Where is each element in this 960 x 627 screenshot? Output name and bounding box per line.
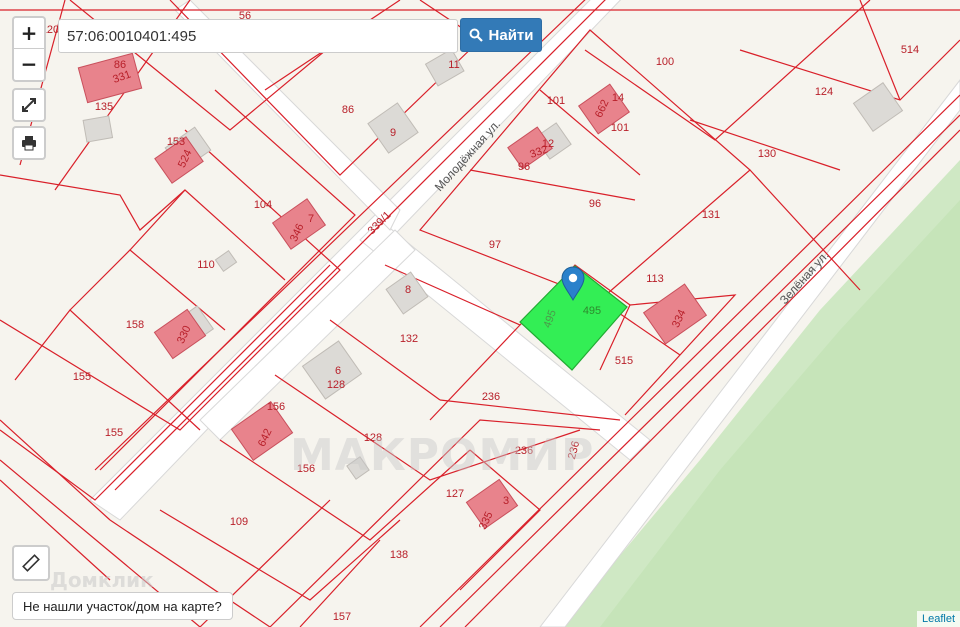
parcel-number-label: 131 [702,209,720,221]
parcel-number-label: 495 [583,305,601,317]
cadastral-search-input[interactable] [58,19,458,53]
parcel-number-label: 8 [405,284,411,296]
parcel-number-label: 127 [446,488,464,500]
parcel-number-label: 155 [105,427,123,439]
parcel-number-label: 96 [518,161,530,173]
parcel-number-label: 104 [254,199,272,211]
parcel-number-label: 11 [448,59,459,71]
parcel-number-label: 153 [167,136,185,148]
parcel-number-label: 515 [615,355,633,367]
parcel-number-label: 101 [611,122,629,134]
zoom-control: + − [12,16,46,82]
parcel-number-label: 113 [646,273,664,285]
parcel-number-label: 9 [390,127,396,139]
parcel-number-label: 236 [482,391,500,403]
zoom-out-button[interactable]: − [14,48,44,79]
parcel-number-label: 138 [390,549,408,561]
parcel-number-label: 100 [656,56,674,68]
leaflet-attribution[interactable]: Leaflet [916,611,960,627]
ruler-icon [22,554,40,572]
parcel-number-label: 158 [126,319,144,331]
watermark-domclick: Домклик [50,568,154,592]
search-button[interactable]: Найти [460,18,542,52]
printer-icon [22,136,36,151]
parcel-number-label: 109 [230,516,248,528]
parcel-number-label: 101 [547,95,565,107]
parcel-number-label: 130 [758,148,776,160]
parcel-number-label: 14 [612,92,624,104]
parcel-number-label: 135 [95,101,113,113]
parcel-number-label: 155 [73,371,91,383]
parcel-number-label: 96 [589,198,601,210]
parcel-number-label: 6 [335,365,341,377]
zoom-in-button[interactable]: + [14,18,44,48]
parcel-number-label: 110 [197,259,215,271]
cadastral-map[interactable]: 1208656135118691011001245141531410112961… [0,0,960,627]
measure-button[interactable] [12,545,50,581]
forest-edge [600,200,960,627]
parcel-number-label: 86 [342,104,354,116]
parcel-number-label: 156 [267,401,285,413]
search-button-label: Найти [488,26,534,44]
search-icon [469,28,483,42]
parcel-number-label: 7 [308,213,314,225]
parcel-number-label: 132 [400,333,418,345]
parcel-number-label: 514 [901,44,919,56]
parcel-number-label: 124 [815,86,833,98]
fullscreen-button[interactable] [12,88,46,122]
parcel-number-label: 97 [489,239,501,251]
fullscreen-icon [22,98,36,112]
not-found-link[interactable]: Не нашли участок/дом на карте? [12,592,233,620]
parcel-number-label: 3 [503,495,509,507]
parcel-number-label: 157 [333,611,351,623]
print-button[interactable] [12,126,46,160]
parcel-number-label: 128 [327,379,345,391]
watermark-makromir: МАКРОМИР [290,430,595,481]
